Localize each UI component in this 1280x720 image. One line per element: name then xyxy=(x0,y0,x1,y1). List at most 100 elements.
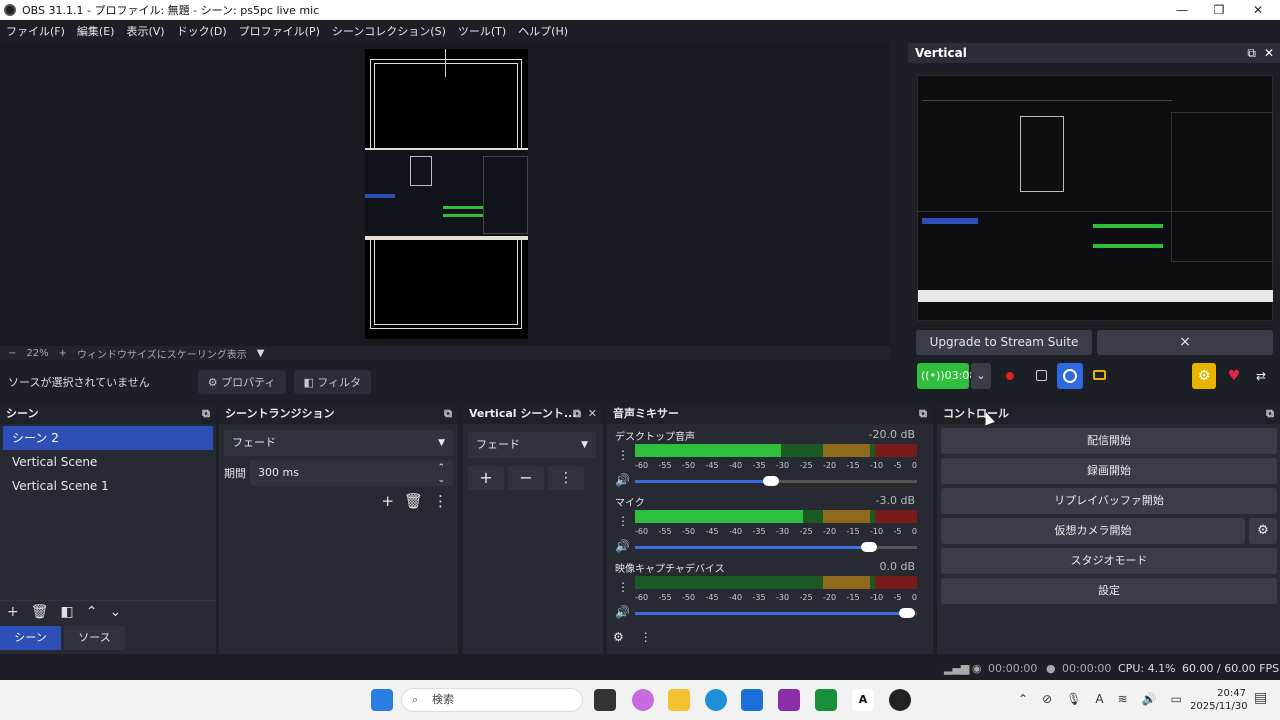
more-options-icon[interactable]: ⋮ xyxy=(640,630,652,644)
zoom-in-button[interactable]: + xyxy=(59,348,67,359)
scaling-mode-dropdown[interactable]: ▼ xyxy=(257,348,265,359)
menu-help[interactable]: ヘルプ(H) xyxy=(512,23,574,39)
task-view-icon[interactable] xyxy=(594,689,616,711)
undock-icon[interactable]: ⧉ xyxy=(1266,404,1274,424)
vertical-settings-button[interactable]: ⚙ xyxy=(1192,363,1216,389)
record-button[interactable] xyxy=(999,363,1021,389)
undock-icon[interactable]: ⧉ xyxy=(1247,43,1256,63)
scene-item[interactable]: Vertical Scene xyxy=(3,450,213,474)
volume-slider[interactable] xyxy=(635,608,917,618)
edge-icon[interactable] xyxy=(705,689,727,711)
add-vertical-transition-button[interactable]: + xyxy=(468,466,504,490)
mic-icon[interactable]: 🎙 xyxy=(1066,692,1081,706)
studio-mode-button[interactable]: スタジオモード xyxy=(941,548,1277,574)
close-window-button[interactable]: ✕ xyxy=(1238,0,1278,20)
speaker-icon[interactable]: 🔊 xyxy=(615,605,630,619)
plugin-button[interactable]: ⇄ xyxy=(1250,363,1272,389)
scene-filters-icon[interactable]: ◧ xyxy=(61,604,74,620)
volume-knob[interactable] xyxy=(899,608,915,618)
undock-icon[interactable]: ⧉ xyxy=(919,404,927,424)
undock-icon[interactable]: ⧉ xyxy=(202,404,210,424)
windows-start-icon[interactable] xyxy=(371,689,393,711)
advanced-audio-icon[interactable]: ⚙ xyxy=(613,630,624,644)
stream-options-dropdown[interactable]: ⌄ xyxy=(971,363,991,389)
menu-file[interactable]: ファイル(F) xyxy=(0,23,71,39)
stop-button[interactable] xyxy=(1030,363,1052,389)
undock-icon[interactable]: ⧉ xyxy=(444,404,452,424)
start-virtual-camera-button[interactable]: 仮想カメラ開始 xyxy=(941,518,1245,544)
speaker-icon[interactable]: 🔊 xyxy=(615,473,630,487)
tray-chevron-icon[interactable]: ⌃ xyxy=(1018,692,1028,706)
scenes-dock-header: シーン ⧉ xyxy=(0,404,216,424)
chat-button[interactable] xyxy=(1089,363,1111,389)
volume-icon[interactable]: 🔊 xyxy=(1142,692,1157,706)
tick-label: -35 xyxy=(752,461,766,470)
channel-menu-icon[interactable]: ⋮ xyxy=(617,580,629,594)
start-recording-button[interactable]: 録画開始 xyxy=(941,458,1277,484)
hidden-icon[interactable]: ⊘ xyxy=(1042,692,1052,706)
volume-knob[interactable] xyxy=(763,476,779,486)
xbox-icon[interactable] xyxy=(815,689,837,711)
volume-knob[interactable] xyxy=(861,542,877,552)
move-down-icon[interactable]: ⌄ xyxy=(109,604,121,620)
close-icon[interactable]: ✕ xyxy=(1264,43,1274,63)
transition-select[interactable]: フェード ▼ xyxy=(224,430,453,456)
dismiss-upgrade-button[interactable]: × xyxy=(1097,330,1273,355)
menu-profile[interactable]: プロファイル(P) xyxy=(233,23,326,39)
scene-item[interactable]: Vertical Scene 1 xyxy=(3,474,213,498)
minimize-button[interactable]: — xyxy=(1162,0,1202,20)
replay-button[interactable] xyxy=(1057,363,1083,389)
properties-button[interactable]: ⚙ プロパティ xyxy=(197,370,286,394)
tab-scenes[interactable]: シーン xyxy=(0,626,61,650)
vertical-preview[interactable] xyxy=(917,75,1273,321)
copilot-icon[interactable] xyxy=(632,689,654,711)
undock-icon[interactable]: ⧉ xyxy=(573,404,581,424)
app-a-icon[interactable]: A xyxy=(852,689,874,711)
upgrade-stream-suite-button[interactable]: Upgrade to Stream Suite xyxy=(916,330,1092,355)
volume-slider[interactable] xyxy=(635,476,917,486)
taskbar-search[interactable]: ⌕ 検索 xyxy=(401,688,583,712)
store-icon[interactable] xyxy=(741,689,763,711)
notifications-icon[interactable]: ▤ xyxy=(1254,690,1267,706)
trash-icon[interactable]: 🗑 xyxy=(404,492,423,510)
app-icon[interactable] xyxy=(778,689,800,711)
trash-icon[interactable]: 🗑 xyxy=(31,604,49,620)
remove-vertical-transition-button[interactable]: − xyxy=(508,466,544,490)
obs-taskbar-icon[interactable] xyxy=(889,689,911,711)
menu-scene-collection[interactable]: シーンコレクション(S) xyxy=(326,23,452,39)
add-scene-icon[interactable]: + xyxy=(7,604,19,620)
ime-icon[interactable]: A xyxy=(1095,692,1103,706)
live-timer-button[interactable]: ((•))03:08 xyxy=(917,363,976,389)
menu-view[interactable]: 表示(V) xyxy=(120,23,170,39)
filters-button[interactable]: ◧ フィルタ xyxy=(293,370,372,394)
preview-canvas[interactable] xyxy=(365,49,528,339)
add-transition-icon[interactable]: + xyxy=(381,492,394,510)
spin-arrows-icon[interactable]: ⌃ ⌄ xyxy=(437,462,445,486)
virtual-camera-settings-button[interactable]: ⚙ xyxy=(1249,518,1277,544)
menu-tools[interactable]: ツール(T) xyxy=(452,23,512,39)
menu-dock[interactable]: ドック(D) xyxy=(171,23,233,39)
move-up-icon[interactable]: ⌃ xyxy=(86,604,98,620)
duration-spinbox[interactable]: 300 ms ⌃ ⌄ xyxy=(250,460,453,486)
menu-edit[interactable]: 編集(E) xyxy=(71,23,121,39)
volume-slider[interactable] xyxy=(635,542,917,552)
scene-item[interactable]: シーン 2 xyxy=(3,426,213,450)
vertical-transition-select[interactable]: フェード ▼ xyxy=(468,432,596,458)
settings-button[interactable]: 設定 xyxy=(941,578,1277,604)
channel-menu-icon[interactable]: ⋮ xyxy=(617,514,629,528)
more-options-button[interactable]: ⋮ xyxy=(548,466,584,490)
zoom-out-button[interactable]: − xyxy=(8,348,16,359)
maximize-button[interactable]: ❐ xyxy=(1199,0,1239,20)
file-explorer-icon[interactable] xyxy=(668,689,690,711)
more-options-icon[interactable]: ⋮ xyxy=(433,492,448,510)
close-icon[interactable]: ✕ xyxy=(588,404,597,424)
battery-icon[interactable]: ▭ xyxy=(1171,692,1182,706)
tab-sources[interactable]: ソース xyxy=(64,626,125,650)
speaker-icon[interactable]: 🔊 xyxy=(615,539,630,553)
start-replay-buffer-button[interactable]: リプレイバッファ開始 xyxy=(941,488,1277,514)
channel-menu-icon[interactable]: ⋮ xyxy=(617,448,629,462)
wifi-icon[interactable]: ≋ xyxy=(1118,692,1128,706)
start-streaming-button[interactable]: 配信開始 xyxy=(941,428,1277,454)
clock[interactable]: 20:47 2025/11/30 xyxy=(1190,687,1248,713)
support-button[interactable]: ♥ xyxy=(1222,363,1246,389)
